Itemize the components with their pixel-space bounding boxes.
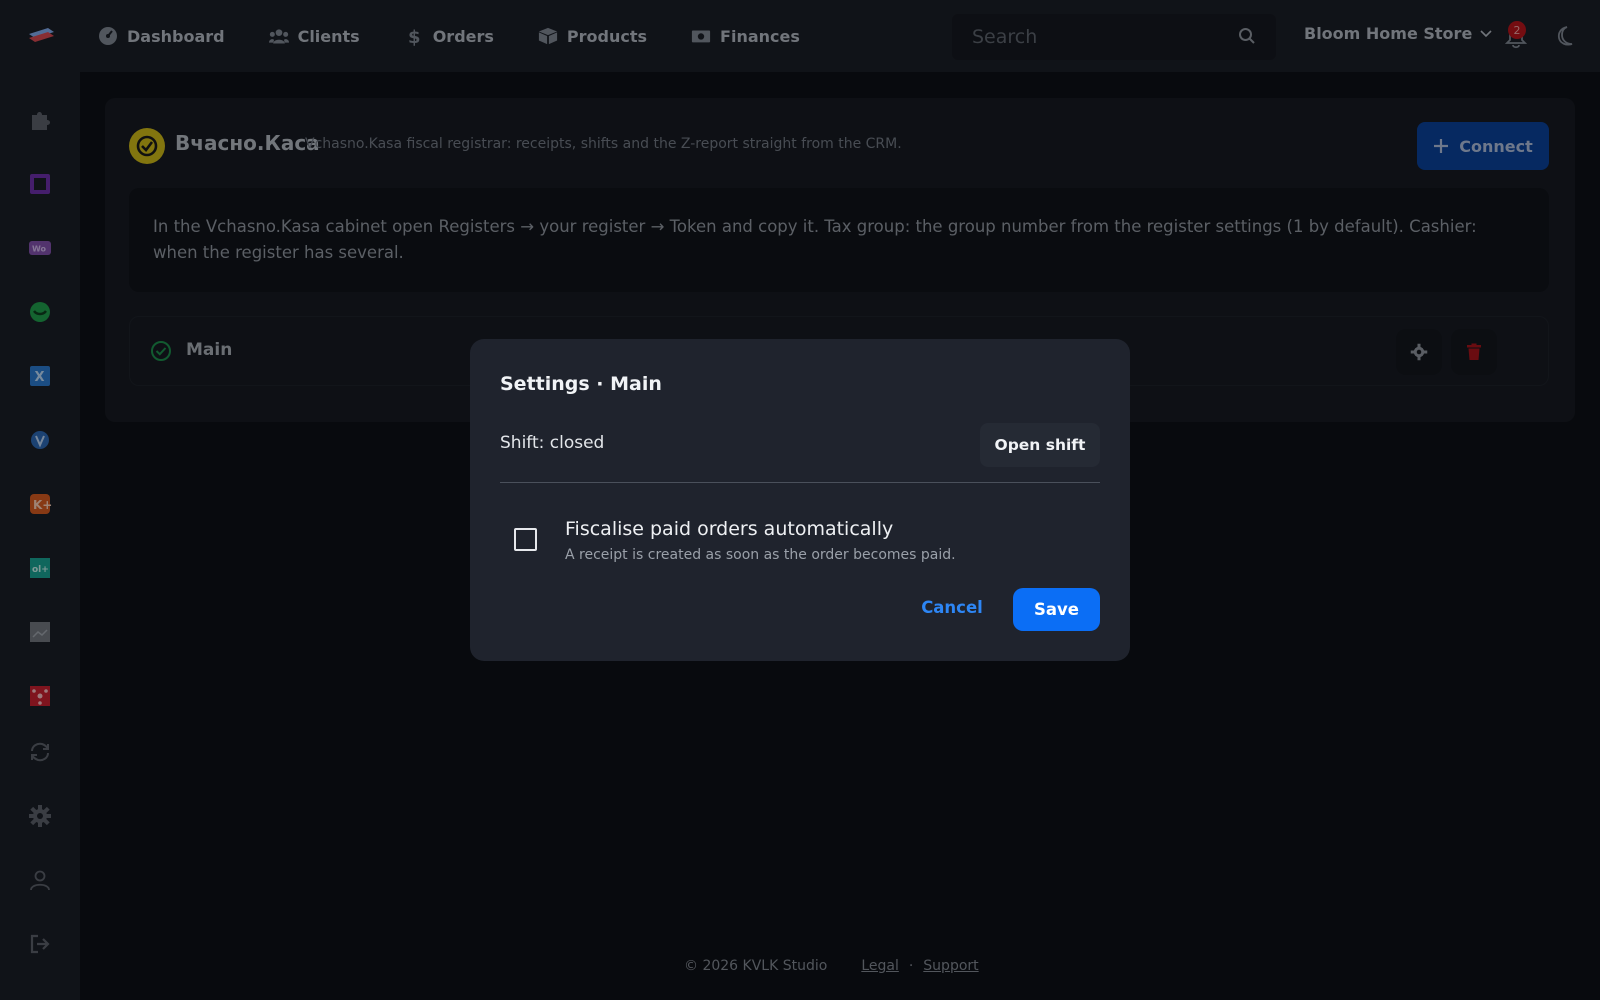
auto-fiscalise-help: A receipt is created as soon as the orde… — [565, 547, 956, 563]
save-button[interactable]: Save — [1013, 588, 1100, 631]
cancel-button[interactable]: Cancel — [916, 587, 988, 627]
open-shift-button[interactable]: Open shift — [980, 423, 1100, 467]
modal-title: Settings · Main — [500, 373, 662, 395]
auto-fiscalise-label[interactable]: Fiscalise paid orders automatically — [565, 518, 893, 540]
settings-modal: Settings · Main Shift: closed Open shift… — [470, 339, 1130, 661]
auto-fiscalise-checkbox[interactable] — [514, 528, 537, 551]
shift-status: Shift: closed — [500, 433, 605, 453]
modal-divider — [500, 482, 1100, 483]
